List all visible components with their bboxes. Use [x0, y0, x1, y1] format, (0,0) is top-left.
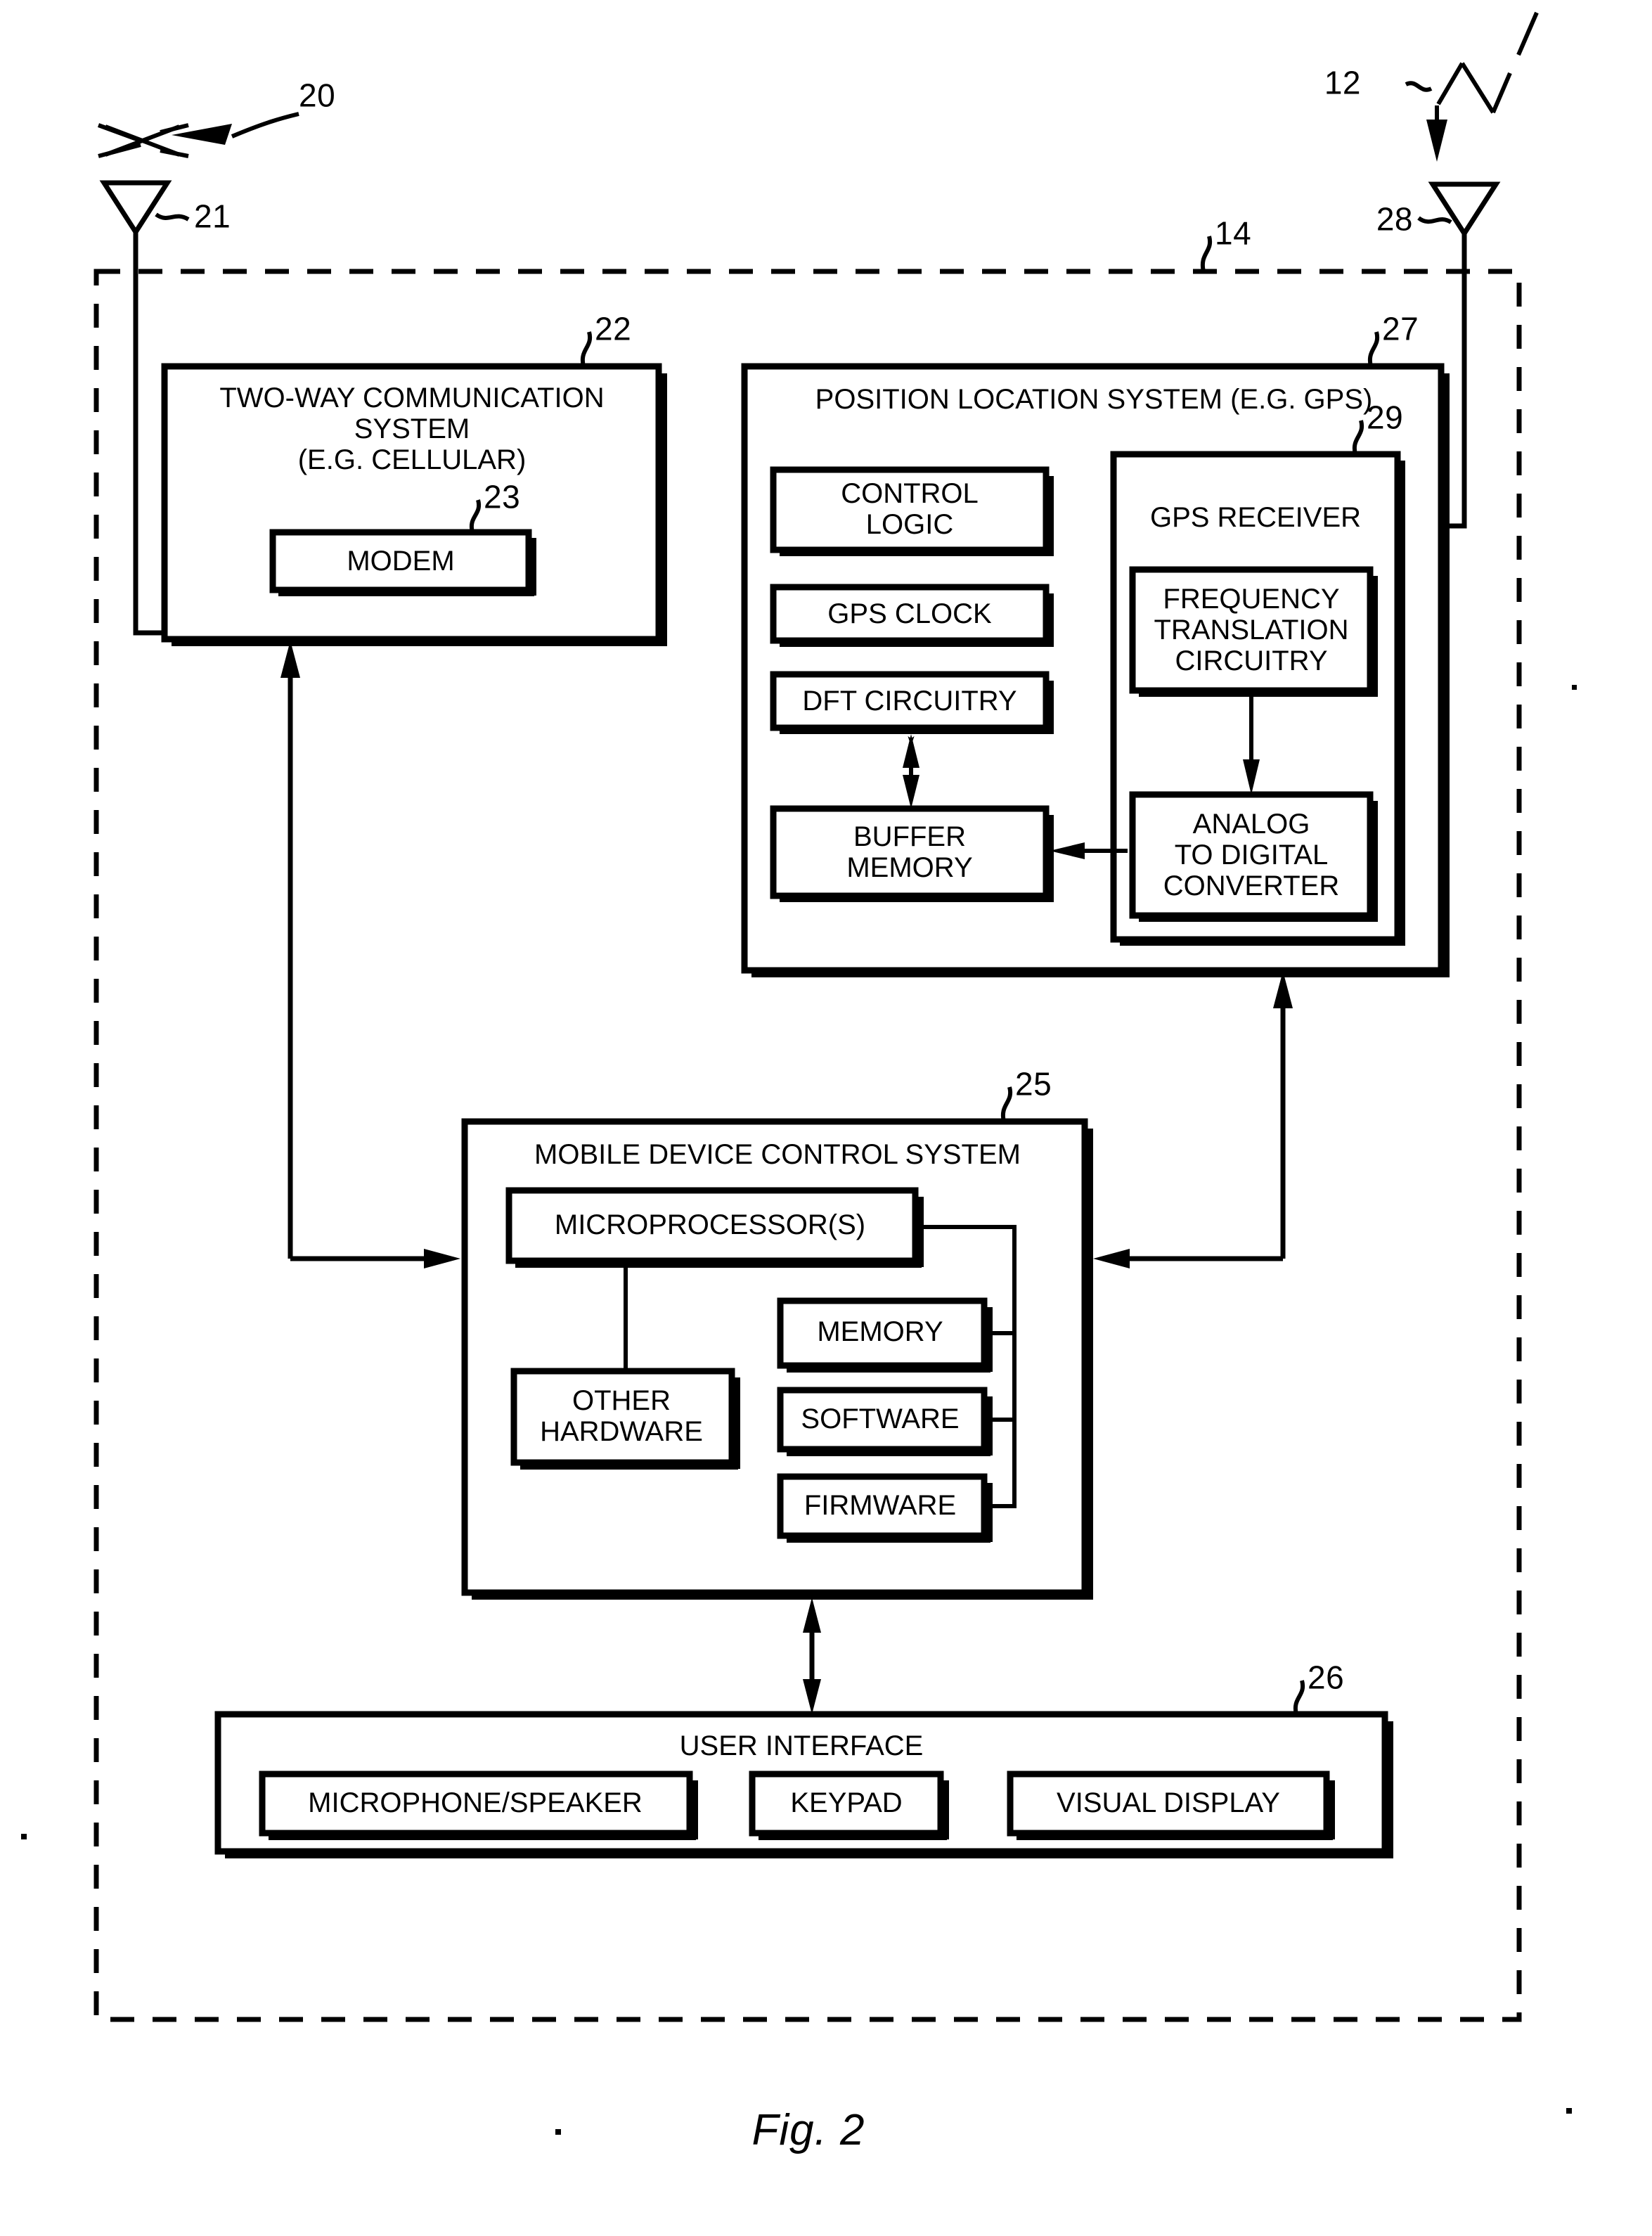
- gps-receiver-title: GPS RECEIVER: [1149, 501, 1362, 533]
- two-way-title-line1: TWO-WAY COMMUNICATION: [219, 382, 605, 413]
- adc-line1: ANALOG: [1192, 808, 1310, 840]
- freq-translation-line3: CIRCUITRY: [1175, 645, 1328, 676]
- ref-27: 27: [1382, 310, 1419, 347]
- microphone-speaker-label: MICROPHONE/SPEAKER: [308, 1787, 643, 1818]
- memory-label: MEMORY: [817, 1316, 943, 1347]
- scan-speckle: [21, 1834, 27, 1839]
- control-connector-arrowhead-right: [1093, 1249, 1130, 1268]
- freq-translation-line2: TRANSLATION: [1154, 614, 1349, 645]
- modem-label: MODEM: [347, 545, 455, 577]
- microprocessor-label: MICROPROCESSOR(S): [554, 1209, 866, 1240]
- ref-22: 22: [595, 310, 632, 347]
- leader-22: [580, 331, 593, 367]
- scan-speckle: [1566, 2108, 1572, 2114]
- adc-line3: CONVERTER: [1163, 870, 1340, 901]
- buffer-memory-line1: BUFFER: [853, 821, 966, 852]
- scan-speckle: [555, 2129, 561, 2135]
- ref-26: 26: [1308, 1659, 1345, 1696]
- gps-signal-icon: [1436, 11, 1539, 114]
- leader-27: [1367, 331, 1380, 367]
- other-hardware-line1: OTHER: [572, 1384, 671, 1416]
- buffer-memory-line2: MEMORY: [846, 852, 973, 883]
- mobile-control-title: MOBILE DEVICE CONTROL SYSTEM: [534, 1138, 1021, 1170]
- leader-20: [231, 112, 299, 139]
- ref-23: 23: [484, 478, 521, 515]
- ref-21: 21: [194, 198, 231, 235]
- gps-antenna-icon: [1428, 181, 1501, 271]
- ui-connector-arrowhead-down: [803, 1679, 821, 1714]
- freq-translation-line1: FREQUENCY: [1163, 583, 1340, 615]
- leader-21: [155, 212, 190, 221]
- ref-14: 14: [1215, 214, 1252, 252]
- two-way-title-line3: (E.G. CELLULAR): [297, 444, 527, 475]
- cellular-antenna-feedline: [133, 271, 164, 636]
- leader-14: [1200, 236, 1213, 272]
- control-logic-line2: LOGIC: [865, 508, 954, 540]
- ui-connector-arrowhead-up: [803, 1598, 821, 1633]
- leader-25: [1000, 1086, 1013, 1122]
- user-interface-title: USER INTERFACE: [679, 1730, 924, 1761]
- gps-signal-arrowhead: [1426, 120, 1447, 162]
- dft-circuitry-label: DFT CIRCUITRY: [802, 685, 1017, 717]
- satellite-signal-icon: [97, 123, 189, 158]
- patent-figure-page: 20 12 21 28 14 22 23 27 29 25 26 TWO-WAY…: [0, 0, 1652, 2236]
- leader-28: [1417, 216, 1452, 224]
- position-location-title: POSITION LOCATION SYSTEM (E.G. GPS): [815, 383, 1373, 415]
- ref-12: 12: [1324, 64, 1361, 101]
- firmware-label: FIRMWARE: [804, 1489, 957, 1521]
- visual-display-label: VISUAL DISPLAY: [1057, 1787, 1280, 1818]
- cellular-antenna-icon: [99, 180, 172, 271]
- figure-caption: Fig. 2: [751, 2106, 865, 2155]
- two-way-title-line2: SYSTEM: [354, 413, 470, 444]
- scan-speckle: [1572, 685, 1577, 690]
- adc-line2: TO DIGITAL: [1174, 839, 1329, 870]
- leader-12: [1405, 81, 1433, 92]
- control-connector-arrowhead-left: [424, 1249, 460, 1268]
- control-logic-line1: CONTROL: [841, 477, 979, 509]
- keypad-label: KEYPAD: [790, 1787, 903, 1818]
- ref-25: 25: [1015, 1065, 1052, 1103]
- two-way-shadow-bottom: [172, 638, 666, 646]
- leader-26: [1293, 1680, 1305, 1715]
- two-way-shadow-right: [659, 373, 667, 646]
- gps-clock-label: GPS CLOCK: [827, 598, 992, 629]
- other-hardware-line2: HARDWARE: [540, 1415, 703, 1447]
- software-label: SOFTWARE: [801, 1403, 960, 1434]
- ref-28: 28: [1376, 200, 1413, 238]
- ref-20: 20: [299, 77, 336, 114]
